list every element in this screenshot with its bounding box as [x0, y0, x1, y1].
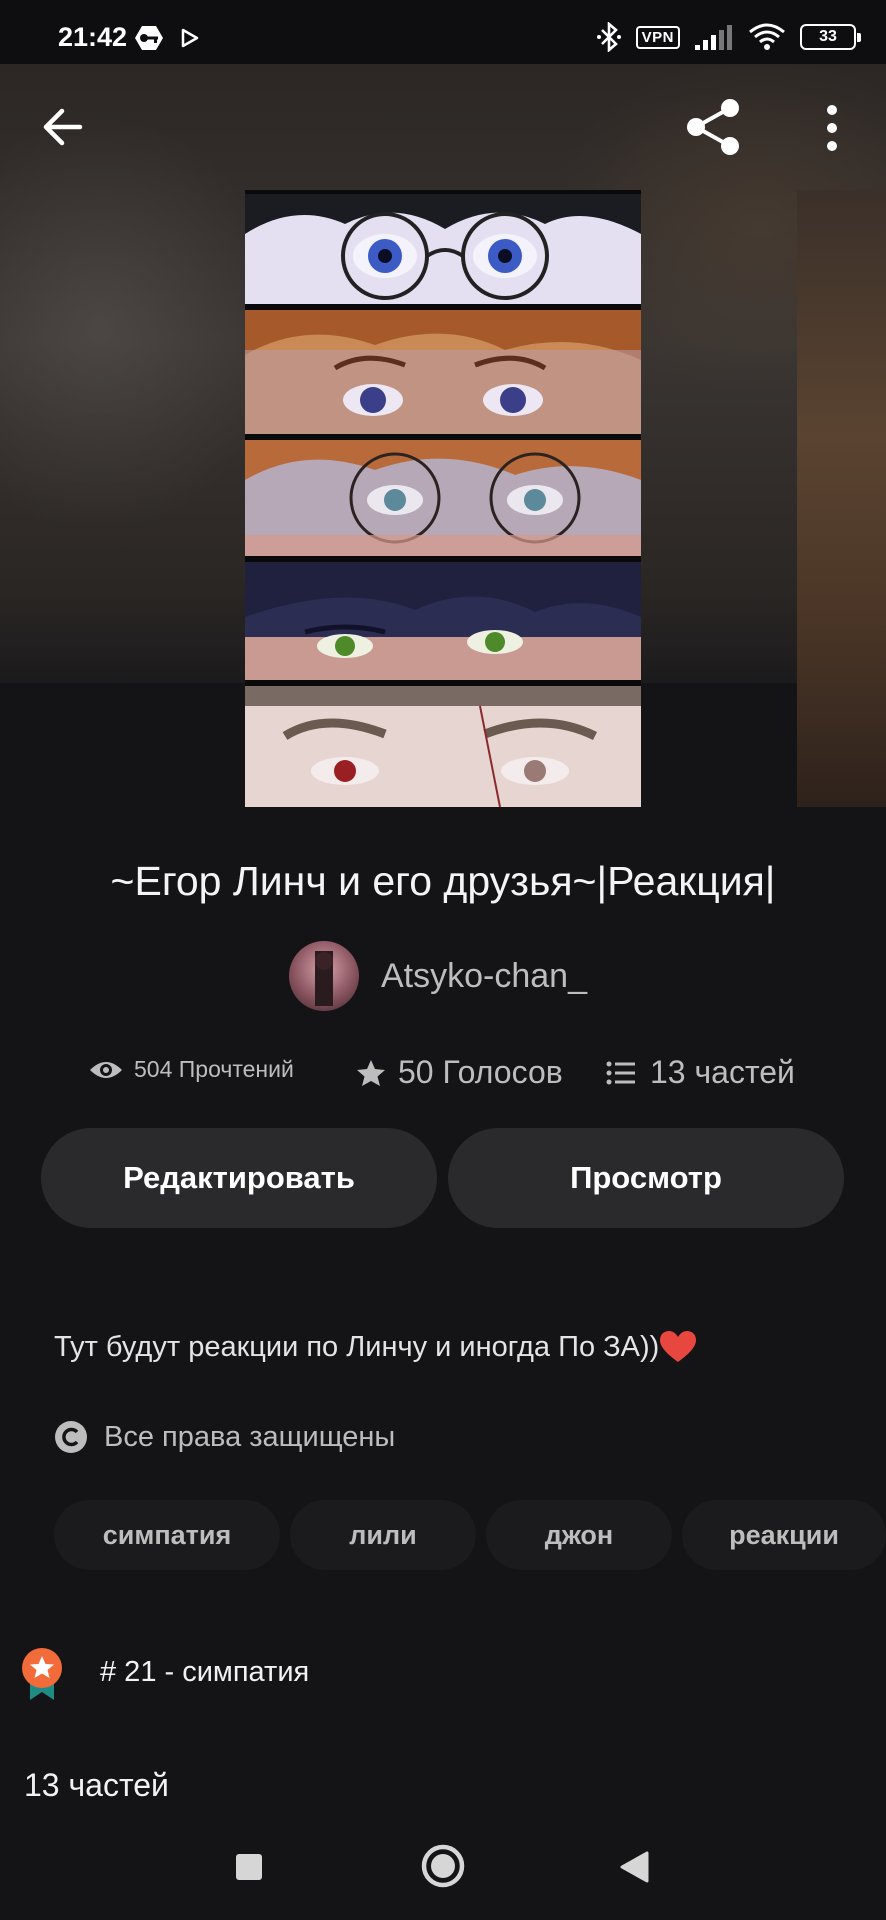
book-title: ~Егор Линч и его друзья~|Реакция| [110, 858, 776, 904]
parts-stat: 13 частей [606, 1054, 795, 1091]
next-cover-preview[interactable] [797, 190, 886, 807]
share-icon[interactable] [684, 97, 744, 157]
eye-icon [90, 1061, 122, 1078]
list-icon [606, 1061, 635, 1084]
copyright-text: Все права защищены [104, 1420, 396, 1453]
tag-chip[interactable]: джон [486, 1500, 672, 1570]
star-icon [357, 1059, 385, 1086]
tag-list: симпатия лили джон реакции [54, 1500, 886, 1570]
bluetooth-icon [596, 22, 621, 52]
book-stats: 504 Прочтений 50 Голосов 13 частей [88, 1054, 808, 1094]
tag-chip[interactable]: симпатия [54, 1500, 280, 1570]
avatar[interactable] [289, 941, 359, 1011]
signal-icon [695, 25, 732, 50]
cover-strip [245, 686, 641, 807]
battery-icon: 33 [800, 24, 861, 50]
parts-heading: 13 частей [24, 1767, 169, 1803]
tag-chip[interactable]: реакции [682, 1500, 886, 1570]
award-ribbon-icon [22, 1648, 62, 1700]
copyright-icon [55, 1421, 87, 1453]
key-app-icon [135, 26, 163, 50]
recent-apps-icon[interactable] [234, 1852, 264, 1882]
cover-strip [245, 562, 641, 680]
edit-button[interactable]: Редактировать [41, 1128, 437, 1228]
rank-label[interactable]: # 21 - симпатия [100, 1656, 309, 1689]
home-icon[interactable] [420, 1843, 466, 1889]
play-icon [181, 28, 199, 48]
back-arrow-icon[interactable] [42, 106, 84, 148]
heart-icon [660, 1331, 697, 1362]
reads-stat: 504 Прочтений [88, 1056, 294, 1083]
votes-stat: 50 Голосов [356, 1054, 563, 1091]
book-cover[interactable] [245, 190, 641, 807]
cover-strip [245, 440, 641, 556]
reads-count: 504 Прочтений [134, 1056, 294, 1082]
status-time: 21:42 [58, 22, 128, 52]
status-icons: VPN 33 [596, 22, 861, 52]
cover-strip [245, 310, 641, 434]
copyright-row: Все права защищены [54, 1420, 395, 1454]
rank-badge[interactable] [20, 1648, 64, 1702]
more-vertical-icon[interactable] [822, 104, 842, 152]
tag-chip[interactable]: лили [290, 1500, 476, 1570]
description-text: Тут будут реакции по Линчу и иногда По З… [54, 1330, 660, 1363]
votes-count: 50 Голосов [398, 1054, 563, 1090]
status-bar: 21:42 VPN 33 [0, 0, 886, 64]
book-description: Тут будут реакции по Линчу и иногда По З… [54, 1330, 697, 1364]
vpn-icon: VPN [635, 25, 680, 49]
wifi-icon [749, 23, 785, 50]
author-row[interactable]: Atsyko-chan_ [289, 941, 587, 1011]
view-button[interactable]: Просмотр [448, 1128, 844, 1228]
back-triangle-icon[interactable] [618, 1850, 650, 1884]
system-navbar [0, 1820, 886, 1920]
cover-strip [245, 194, 641, 304]
parts-count: 13 частей [650, 1054, 795, 1090]
author-name[interactable]: Atsyko-chan_ [381, 957, 587, 996]
